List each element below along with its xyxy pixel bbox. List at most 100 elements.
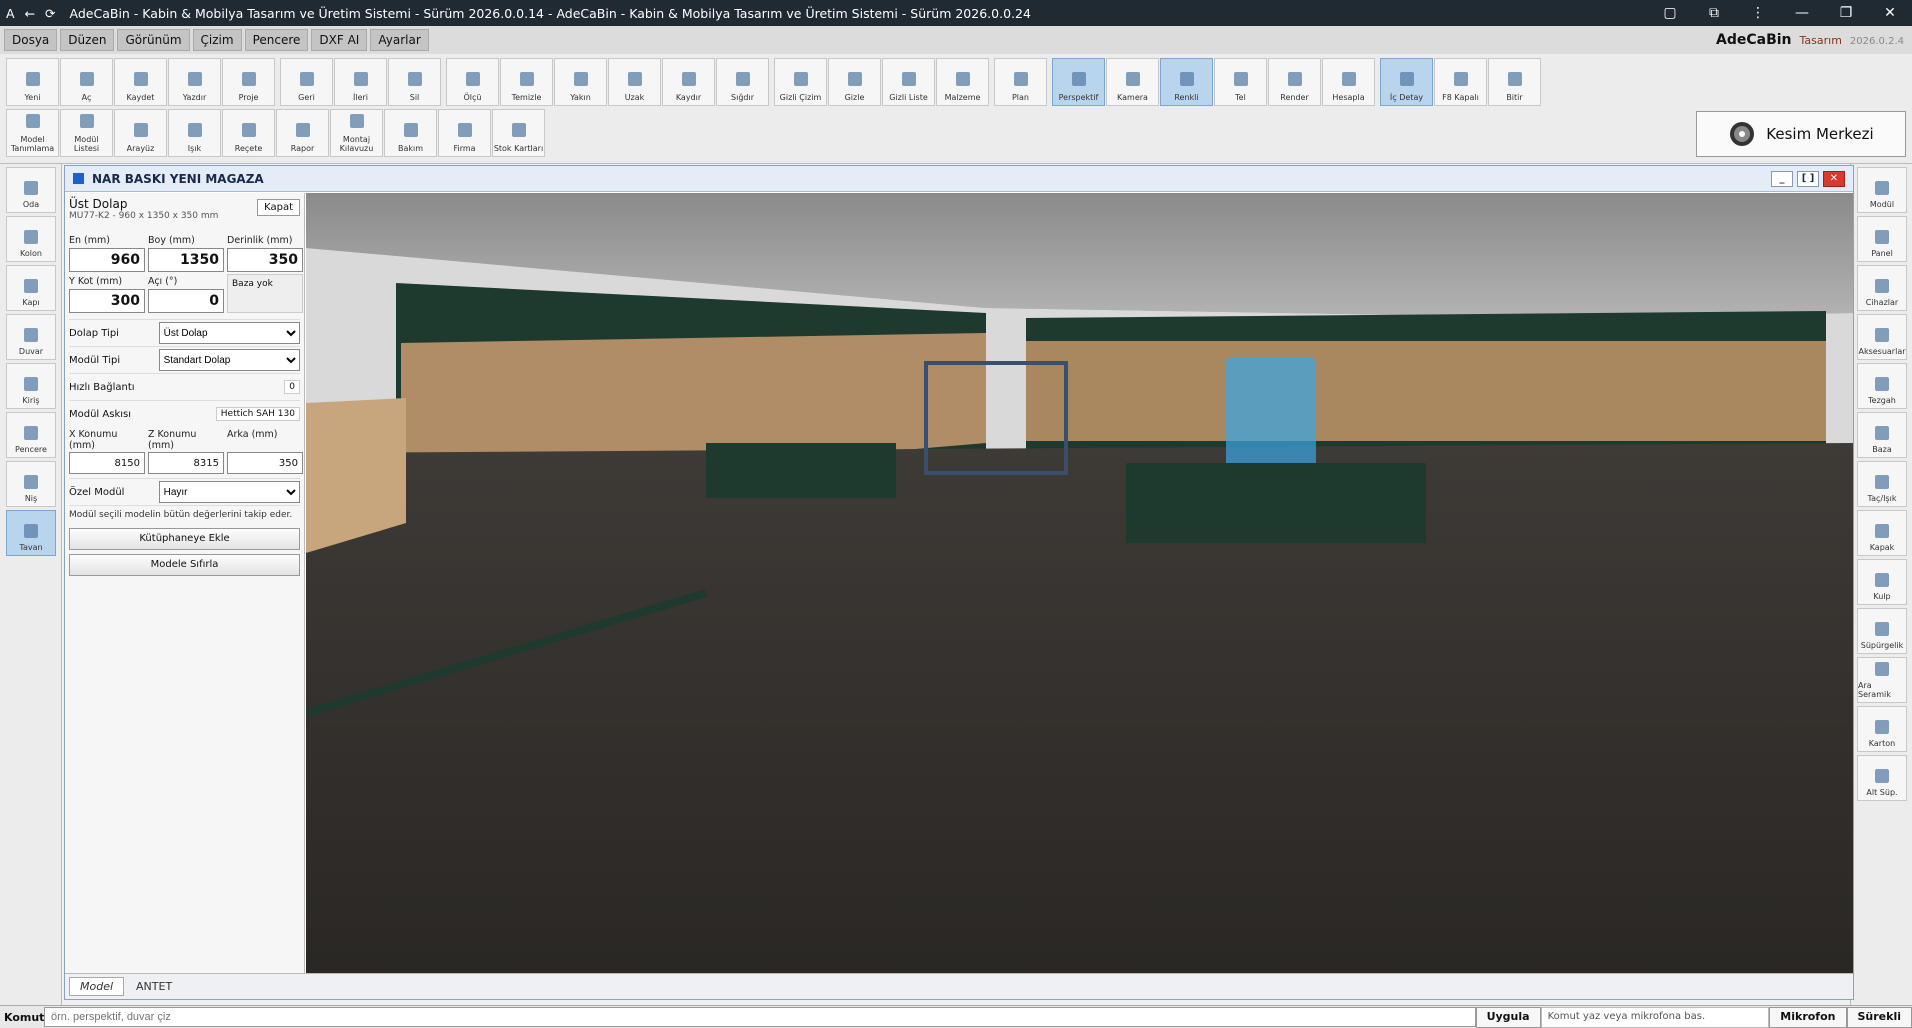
beam-button[interactable]: Kiriş — [6, 363, 56, 409]
undo-button[interactable]: Geri — [280, 58, 333, 106]
x-konumu-input[interactable]: 8150 — [69, 452, 145, 474]
ruler-button[interactable]: Ölçü — [446, 58, 499, 106]
menu-dosya[interactable]: Dosya — [4, 29, 58, 51]
menu-dxf-ai[interactable]: DXF AI — [311, 29, 368, 51]
aci-input[interactable]: 0 — [148, 289, 224, 313]
plan-button[interactable]: Plan — [994, 58, 1047, 106]
doc-close-button[interactable]: ✕ — [1823, 170, 1845, 187]
menu-cizim[interactable]: Çizim — [192, 29, 242, 51]
refresh-icon[interactable]: ⟳ — [45, 6, 55, 21]
module-button[interactable]: Modül — [1857, 167, 1907, 213]
ceiling-button[interactable]: Tavan — [6, 510, 56, 556]
print-button[interactable]: Yazdır — [168, 58, 221, 106]
menu-ayarlar[interactable]: Ayarlar — [370, 29, 429, 51]
en-input[interactable]: 960 — [69, 248, 145, 272]
recipe-button[interactable]: Reçete — [222, 109, 275, 157]
module-list-button[interactable]: Modül Listesi — [60, 109, 113, 157]
hizli-baglanti-value[interactable]: 0 — [284, 380, 300, 394]
redo-button[interactable]: İleri — [334, 58, 387, 106]
column-button[interactable]: Kolon — [6, 216, 56, 262]
modul-tipi-select[interactable]: Standart Dolap — [158, 349, 300, 371]
boy-input[interactable]: 1350 — [148, 248, 224, 272]
kutuphaneye-ekle-button[interactable]: Kütüphaneye Ekle — [69, 528, 300, 550]
continuous-toggle[interactable]: Sürekli — [1846, 1006, 1912, 1028]
ozel-modul-select[interactable]: Hayır — [158, 481, 300, 503]
hidden-list-button[interactable]: Gizli Liste — [882, 58, 935, 106]
document-button[interactable]: Yeni — [6, 58, 59, 106]
wireframe-button[interactable]: Tel — [1214, 58, 1267, 106]
door-button[interactable]: Kapı — [6, 265, 56, 311]
appliance-button[interactable]: Cihazlar — [1857, 265, 1907, 311]
crown-light-button[interactable]: Taç/Işık — [1857, 461, 1907, 507]
menu-gorunum[interactable]: Görünüm — [117, 29, 190, 51]
accessory-button[interactable]: Aksesuarlar — [1857, 314, 1907, 360]
carton-button[interactable]: Karton — [1857, 706, 1907, 752]
tab-model[interactable]: Model — [69, 977, 125, 996]
assembly-guide-button[interactable]: Montaj Kılavuzu — [330, 109, 383, 157]
stock-cards-button[interactable]: Stok Kartları — [492, 109, 545, 157]
countertop-button[interactable]: Tezgah — [1857, 363, 1907, 409]
file-icon[interactable]: ▢ — [1648, 5, 1692, 21]
cube-colored-button[interactable]: Renkli — [1160, 58, 1213, 106]
cover-button[interactable]: Kapak — [1857, 510, 1907, 556]
interface-button[interactable]: Arayüz — [114, 109, 167, 157]
cut-center-button[interactable]: Kesim Merkezi — [1696, 111, 1906, 157]
model-define-button[interactable]: Model Tanımlama — [6, 109, 59, 157]
close-button[interactable]: ✕ — [1868, 5, 1912, 21]
save-button[interactable]: Kaydet — [114, 58, 167, 106]
maximize-button[interactable]: ❐ — [1824, 5, 1868, 21]
modele-sifirla-button[interactable]: Modele Sıfırla — [69, 554, 300, 576]
hand-button[interactable]: Kaydır — [662, 58, 715, 106]
zoom-out-button[interactable]: Uzak — [608, 58, 661, 106]
dolap-tipi-select[interactable]: Üst Dolap — [158, 322, 300, 344]
company-button[interactable]: Firma — [438, 109, 491, 157]
brush-button[interactable]: Temizle — [500, 58, 553, 106]
handle-button[interactable]: Kulp — [1857, 559, 1907, 605]
arka-input[interactable]: 350 — [227, 452, 303, 474]
ykot-input[interactable]: 300 — [69, 289, 145, 313]
light-button[interactable]: Işık — [168, 109, 221, 157]
panel-button[interactable]: Panel — [1857, 216, 1907, 262]
folder-open-button[interactable]: Aç — [60, 58, 113, 106]
room-button[interactable]: Oda — [6, 167, 56, 213]
skirting-button[interactable]: Süpürgelik — [1857, 608, 1907, 654]
bottom-skirting-button[interactable]: Alt Süp. — [1857, 755, 1907, 801]
perspective-button[interactable]: Perspektif — [1052, 58, 1105, 106]
doc-minimize-button[interactable]: _ — [1771, 170, 1793, 187]
doc-restore-button[interactable]: [ ] — [1797, 170, 1819, 187]
apply-button[interactable]: Uygula — [1475, 1006, 1541, 1028]
menu-pencere[interactable]: Pencere — [244, 29, 309, 51]
kapat-button[interactable]: Kapat — [257, 199, 300, 216]
ceramic-button[interactable]: Ara Seramik — [1857, 657, 1907, 703]
zoom-in-button[interactable]: Yakın — [554, 58, 607, 106]
window-button[interactable]: Pencere — [6, 412, 56, 458]
more-vertical-icon[interactable]: ⋮ — [1736, 5, 1780, 21]
project-button[interactable]: Proje — [222, 58, 275, 106]
material-button[interactable]: Malzeme — [936, 58, 989, 106]
menu-duzen[interactable]: Düzen — [60, 29, 115, 51]
3d-viewport[interactable] — [306, 193, 1853, 973]
modul-askisi-value[interactable]: Hettich SAH 130 — [215, 407, 300, 421]
tab-antet[interactable]: ANTET — [126, 978, 182, 995]
plinth-button[interactable]: Baza — [1857, 412, 1907, 458]
derinlik-input[interactable]: 350 — [227, 248, 303, 272]
report-button[interactable]: Rapor — [276, 109, 329, 157]
tools-button[interactable]: Bakım — [384, 109, 437, 157]
camera-button[interactable]: Kamera — [1106, 58, 1159, 106]
axis-button[interactable]: F8 Kapalı — [1434, 58, 1487, 106]
wall-button[interactable]: Duvar — [6, 314, 56, 360]
render-button[interactable]: Render — [1268, 58, 1321, 106]
fit-button[interactable]: Sığdır — [716, 58, 769, 106]
calculator-button[interactable]: Hesapla — [1322, 58, 1375, 106]
inner-detail-button[interactable]: İç Detay — [1380, 58, 1433, 106]
minimize-button[interactable]: — — [1780, 5, 1824, 21]
command-input[interactable] — [44, 1007, 1476, 1027]
check-button[interactable]: Bitir — [1488, 58, 1541, 106]
niche-button[interactable]: Niş — [6, 461, 56, 507]
z-konumu-input[interactable]: 8315 — [148, 452, 224, 474]
extension-icon[interactable]: ⧉ — [1692, 5, 1736, 21]
eye-off-button[interactable]: Gizle — [828, 58, 881, 106]
back-arrow-icon[interactable]: ← — [25, 6, 35, 21]
microphone-button[interactable]: Mikrofon — [1769, 1006, 1847, 1028]
trash-button[interactable]: Sil — [388, 58, 441, 106]
